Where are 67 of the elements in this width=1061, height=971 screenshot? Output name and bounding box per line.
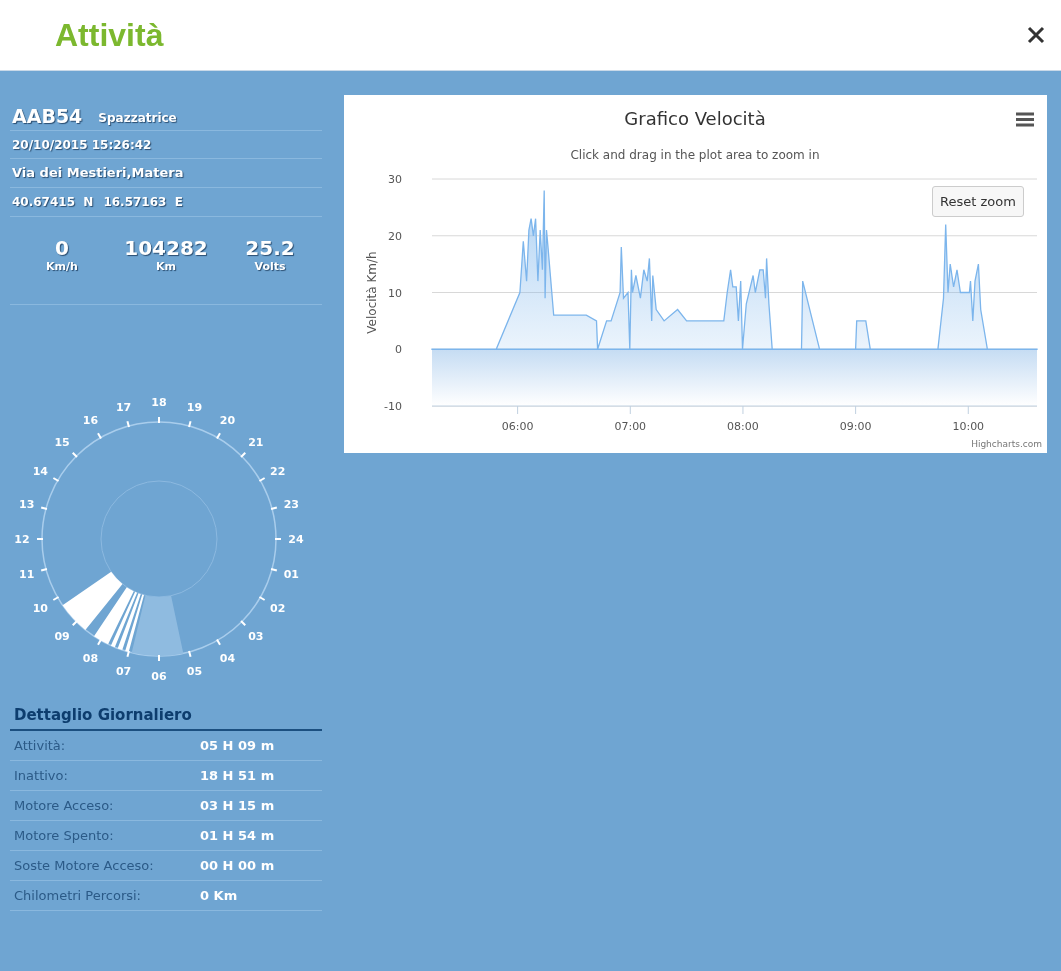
y-tick-label: 0 (395, 343, 402, 357)
latitude: 40.67415 N (12, 194, 94, 211)
hour-label: 01 (283, 568, 299, 582)
hour-label: 17 (115, 400, 132, 414)
hour-label: 14 (32, 464, 48, 478)
hour-label: 04 (219, 651, 236, 665)
menu-icon[interactable] (1015, 112, 1035, 127)
detail-label: Inattivo: (14, 766, 69, 785)
hour-label: 19 (186, 400, 203, 414)
vehicle-type: Spazzatrice (98, 110, 177, 127)
x-tick-label: 06:00 (501, 420, 534, 433)
hour-label: 06 (151, 670, 167, 683)
x-tick-label: 07:00 (614, 420, 647, 433)
vehicle-id: AAB54 (12, 103, 83, 129)
reading-value: 0 (55, 237, 69, 259)
hour-label: 20 (219, 414, 236, 428)
hour-label: 11 (19, 568, 35, 582)
y-tick-label: 30 (388, 173, 402, 186)
address: Via dei Mestieri,Matera (12, 164, 184, 183)
detail-label: Chilometri Percorsi: (14, 886, 142, 905)
chart-title: Grafico Velocità (624, 108, 766, 129)
reading-value: 104282 (124, 237, 208, 259)
detail-value: 03 H 15 m (200, 796, 275, 815)
reading-unit: Km/h (46, 259, 78, 275)
detail-label: Motore Acceso: (14, 796, 115, 815)
section-heading: Dettaglio Giornaliero (10, 703, 322, 731)
hour-label: 07 (115, 665, 132, 679)
y-tick-label: 20 (388, 229, 402, 243)
hour-label: 15 (54, 436, 70, 450)
detail-value: 01 H 54 m (200, 826, 275, 845)
hour-label: 09 (54, 629, 70, 643)
hour-label: 23 (283, 497, 299, 511)
x-tick-label: 10:00 (952, 420, 985, 433)
reading-value: 25.2 (245, 237, 295, 259)
x-tick-label: 09:00 (839, 420, 872, 433)
credit-link[interactable]: Highcharts.com (971, 439, 1042, 449)
timestamp: 20/10/2015 15:26:42 (12, 136, 152, 154)
hour-label: 13 (19, 497, 35, 511)
hour-label: 16 (82, 414, 99, 428)
x-tick-label: 08:00 (727, 420, 759, 433)
longitude: 16.57163 E (103, 194, 183, 211)
detail-label: Attività: (14, 736, 67, 755)
detail-value: 0 Km (200, 886, 238, 905)
hour-label: 24 (288, 533, 304, 546)
detail-value: 18 H 51 m (200, 766, 275, 785)
hour-label: 12 (14, 533, 30, 546)
detail-value: 00 H 00 m (200, 856, 275, 875)
hour-label: 05 (186, 665, 203, 679)
reset-zoom-button[interactable]: Reset zoom (932, 186, 1024, 217)
reading-unit: Volts (254, 259, 286, 275)
detail-label: Soste Motore Acceso: (14, 856, 155, 875)
detail-value: 05 H 09 m (200, 736, 275, 755)
detail-label: Motore Spento: (14, 826, 115, 845)
window-title: Attività (55, 16, 164, 55)
reading-unit: Km (156, 259, 176, 275)
hour-label: 10 (32, 601, 48, 615)
close-icon[interactable] (1027, 26, 1045, 44)
hour-label: 22 (270, 464, 286, 478)
chart-subtitle: Click and drag in the plot area to zoom in (570, 148, 820, 162)
y-tick-label: 10 (388, 286, 402, 300)
hour-label: 08 (82, 651, 99, 665)
hour-label: 02 (270, 601, 286, 615)
y-axis-title: Velocità Km/h (365, 251, 379, 334)
hour-label: 18 (151, 396, 167, 409)
y-tick-label: -10 (384, 400, 402, 413)
hour-label: 21 (248, 436, 264, 450)
hour-label: 03 (248, 629, 264, 643)
